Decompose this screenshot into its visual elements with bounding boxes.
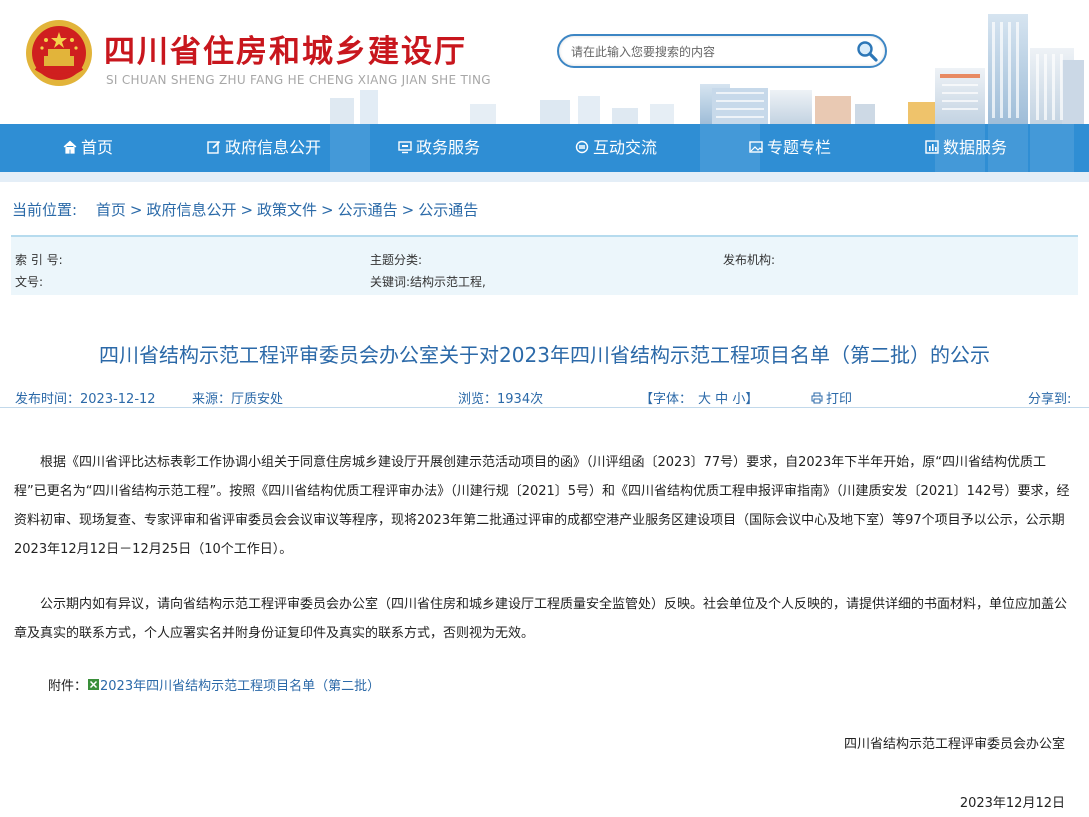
article-title: 四川省结构示范工程评审委员会办公室关于对2023年四川省结构示范工程项目名单（第…: [99, 343, 990, 367]
breadcrumb: 当前位置: 首页 > 政府信息公开 > 政策文件 > 公示通告 > 公示通告: [12, 199, 478, 220]
search-box: [557, 34, 887, 68]
nav-item-label: 数据服务: [943, 138, 1008, 157]
publish-time: 发布时间：2023-12-12: [15, 392, 156, 407]
national-emblem-logo: [26, 20, 92, 86]
nav-item-data-service[interactable]: 数据服务: [925, 124, 1007, 172]
font-size-label: 【字体：: [640, 392, 693, 407]
meta-index-label: 索 引 号:: [15, 253, 63, 267]
attachment-link[interactable]: 2023年四川省结构示范工程项目名单（第二批）: [100, 679, 380, 694]
meta-keywords: 关键词:结构示范工程,: [370, 273, 486, 290]
spreadsheet-file-icon: [88, 679, 100, 690]
breadcrumb-home[interactable]: 首页: [96, 201, 126, 219]
nav-item-label: 专题专栏: [767, 138, 832, 157]
chart-icon: [925, 140, 939, 154]
meta-publisher: 发布机构:: [723, 251, 775, 268]
home-icon: [63, 140, 77, 154]
nav-item-special-topics[interactable]: 专题专栏: [749, 124, 831, 172]
meta-publisher-label: 发布机构:: [723, 253, 776, 267]
exchange-icon: [575, 140, 589, 154]
breadcrumb-policy-docs[interactable]: 政策文件: [257, 201, 317, 219]
font-size-medium-link[interactable]: 中: [715, 392, 728, 407]
breadcrumb-separator: >: [129, 201, 143, 219]
page: 四川省住房和城乡建设厅 SI CHUAN SHENG ZHU FANG HE C…: [0, 0, 1089, 817]
site-subtitle: SI CHUAN SHENG ZHU FANG HE CHENG XIANG J…: [106, 73, 491, 87]
attachment-label: 附件：: [48, 679, 88, 694]
article-info-bar: 发布时间：2023-12-12 来源：厅质安处 浏览：1934次 【字体： 大 中…: [0, 386, 1089, 408]
printer-icon: [811, 392, 823, 404]
nav-item-interaction[interactable]: 互动交流: [575, 124, 657, 172]
breadcrumb-label: 当前位置:: [12, 201, 78, 219]
meta-category: 主题分类:: [370, 251, 422, 268]
meta-document-number: 文号:: [15, 273, 43, 290]
image-icon: [749, 141, 763, 153]
nav-item-gov-info[interactable]: 政府信息公开: [207, 124, 321, 172]
site-header: 四川省住房和城乡建设厅 SI CHUAN SHENG ZHU FANG HE C…: [0, 0, 1089, 124]
nav-item-label: 政府信息公开: [225, 138, 322, 157]
meta-docno-label: 文号:: [15, 275, 44, 289]
article-source: 来源：厅质安处: [192, 392, 284, 407]
font-size-control: 【字体： 大 中 小】: [640, 388, 758, 407]
main-navigation: 首页 政府信息公开 政务服务 互动交流 专题专栏 数据服务: [0, 124, 1089, 172]
attachment-row: 附件： 2023年四川省结构示范工程项目名单（第二批）: [48, 675, 380, 694]
meta-category-label: 主题分类:: [370, 253, 423, 267]
nav-item-label: 政务服务: [416, 138, 481, 157]
site-title: 四川省住房和城乡建设厅: [104, 34, 467, 70]
font-size-bracket-end: 】: [745, 392, 759, 407]
breadcrumb-notices-current[interactable]: 公示通告: [418, 201, 478, 219]
signature-date: 2023年12月12日: [959, 796, 1065, 811]
search-input[interactable]: [571, 42, 851, 62]
breadcrumb-separator: >: [240, 201, 254, 219]
meta-keywords-value: 结构示范工程,: [410, 275, 486, 289]
article-paragraph: 公示期内如有异议，请向省结构示范工程评审委员会办公室（四川省住房和城乡建设厅工程…: [14, 597, 1068, 641]
print-button[interactable]: 打印: [811, 388, 852, 407]
nav-item-label: 首页: [81, 138, 114, 157]
nav-item-label: 互动交流: [593, 138, 658, 157]
meta-index-number: 索 引 号:: [15, 251, 63, 268]
monitor-icon: [398, 141, 412, 154]
share-button[interactable]: 分享到:: [1028, 388, 1071, 407]
nav-item-home[interactable]: 首页: [63, 124, 113, 172]
breadcrumb-separator: >: [321, 201, 334, 219]
breadcrumb-separator: >: [401, 201, 415, 219]
breadcrumb-notices[interactable]: 公示通告: [338, 201, 398, 219]
search-icon[interactable]: [855, 39, 879, 63]
meta-keywords-label: 关键词:: [370, 275, 411, 289]
nav-bottom-strip: [0, 172, 1089, 182]
document-meta-box: 索 引 号: 主题分类: 发布机构: 文号: 关键词:结构示范工程,: [11, 235, 1078, 295]
signature: 四川省结构示范工程评审委员会办公室: [843, 737, 1065, 752]
breadcrumb-gov-info[interactable]: 政府信息公开: [146, 201, 236, 219]
nav-item-gov-service[interactable]: 政务服务: [398, 124, 480, 172]
article-paragraph: 根据《四川省评比达标表彰工作协调小组关于同意住房城乡建设厅开展创建示范活动项目的…: [14, 455, 1070, 557]
view-count: 浏览：1934次: [458, 392, 544, 407]
edit-icon: [207, 140, 221, 154]
print-label: 打印: [826, 392, 853, 407]
font-size-large-link[interactable]: 大: [698, 392, 711, 407]
font-size-small-link[interactable]: 小: [732, 392, 745, 407]
